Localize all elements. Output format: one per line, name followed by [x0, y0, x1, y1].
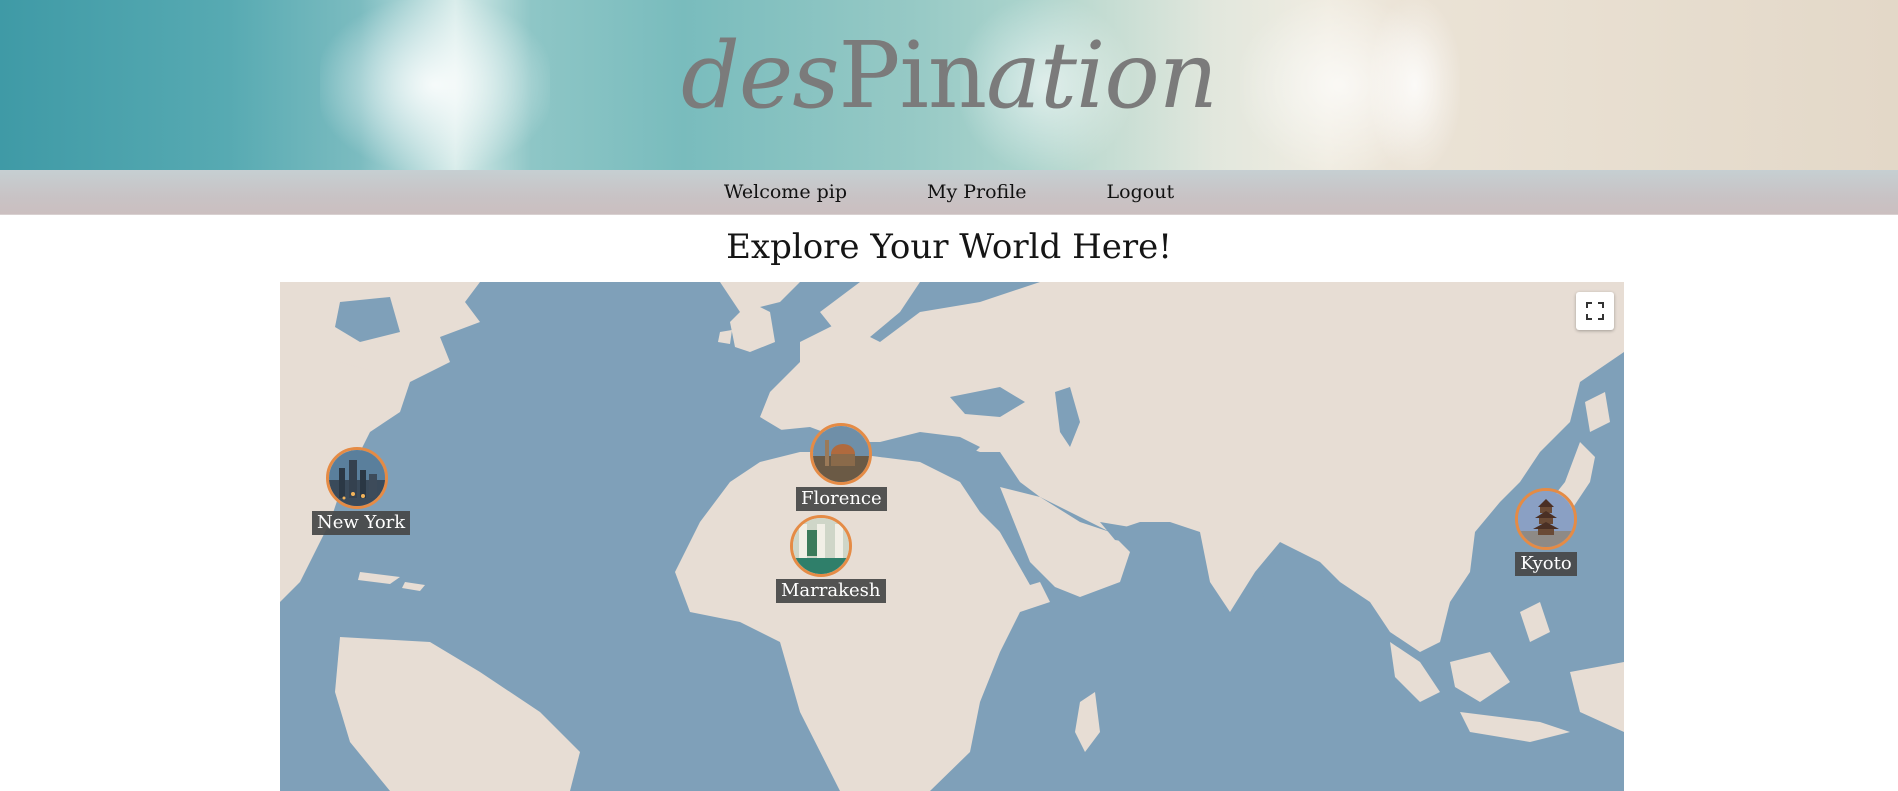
- brand-part: des: [680, 22, 840, 129]
- brand-part: ation: [986, 22, 1218, 129]
- city-photo: [810, 423, 872, 485]
- map-pin-florence[interactable]: Florence: [796, 423, 887, 511]
- nav-my-profile[interactable]: My Profile: [927, 181, 1027, 203]
- site-logo[interactable]: desPination: [0, 30, 1898, 122]
- city-photo: [790, 515, 852, 577]
- map-pin-kyoto[interactable]: Kyoto: [1501, 488, 1591, 576]
- nav-logout[interactable]: Logout: [1107, 181, 1175, 203]
- pin-label: Marrakesh: [776, 579, 886, 603]
- map-pin-marrakesh[interactable]: Marrakesh: [776, 515, 886, 603]
- nav-welcome[interactable]: Welcome pip: [724, 181, 847, 203]
- map-land: [280, 282, 1624, 791]
- world-map[interactable]: New York Florence Marrakesh Kyoto: [280, 282, 1624, 791]
- map-pin-new-york[interactable]: New York: [312, 447, 411, 535]
- pin-label: New York: [312, 511, 411, 535]
- header-banner: desPination: [0, 0, 1898, 170]
- fullscreen-button[interactable]: [1576, 292, 1614, 330]
- nav-bar: Welcome pip My Profile Logout: [0, 170, 1898, 215]
- pin-label: Florence: [796, 487, 887, 511]
- pin-label: Kyoto: [1515, 552, 1577, 576]
- brand-part: Pin: [838, 22, 988, 129]
- fullscreen-icon: [1586, 302, 1604, 320]
- city-photo: [1515, 488, 1577, 550]
- page-title: Explore Your World Here!: [726, 227, 1172, 267]
- city-photo: [326, 447, 388, 509]
